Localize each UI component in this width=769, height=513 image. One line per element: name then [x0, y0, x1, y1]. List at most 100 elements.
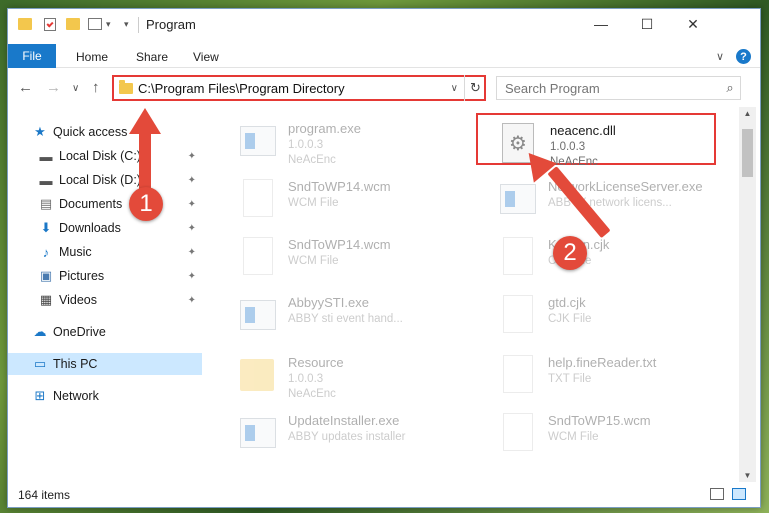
file-detail: NeAcEnc [288, 388, 336, 400]
file-item[interactable]: Korean.cjkCJK File [476, 229, 716, 281]
sidebar-item-onedrive[interactable]: ☁ OneDrive [8, 321, 202, 343]
file-item[interactable]: SndToWP15.wcm WCM File [476, 405, 716, 457]
sidebar-item-label: Local Disk (C:) [59, 149, 141, 163]
file-name: AbbyySTI.exe [288, 295, 369, 310]
address-path[interactable]: C:\Program Files\Program Directory [138, 81, 451, 96]
file-name: SndToWP15.wcm [548, 413, 651, 428]
sidebar-item-videos[interactable]: ▦ Videos ✦ [8, 289, 202, 311]
recent-locations-icon[interactable]: ∨ [72, 83, 79, 94]
sidebar-item-label: Quick access [53, 125, 128, 139]
pin-icon: ✦ [187, 270, 196, 282]
document-icon [240, 179, 276, 219]
address-bar[interactable]: C:\Program Files\Program Directory ∨ [112, 75, 486, 101]
sidebar-item-network[interactable]: ⊞ Network [8, 385, 202, 407]
refresh-button[interactable]: ↻ [464, 75, 486, 101]
pin-icon: ✦ [187, 294, 196, 306]
sidebar-item-label: Documents [59, 197, 123, 211]
pin-icon: ✦ [187, 246, 196, 258]
document-icon [240, 237, 276, 277]
tab-view[interactable]: View [193, 50, 219, 64]
file-item[interactable]: ⚙ neacenc.dll 1.0.0.3 NeAcEnc [476, 113, 716, 168]
annotation-arrow-1 [139, 130, 151, 194]
scroll-down-icon[interactable]: ▼ [739, 471, 756, 480]
sidebar-item-local-disk-d[interactable]: ▬ Local Disk (D:) ✦ [8, 169, 202, 191]
ribbon-expand-icon[interactable]: ∨ [716, 50, 724, 63]
file-name: program.exe [288, 121, 361, 136]
download-icon: ⬇ [40, 220, 52, 235]
vertical-scrollbar[interactable]: ▲ ▼ [739, 107, 756, 482]
document-icon [500, 413, 536, 453]
quick-access-dropdown-icon[interactable]: ▾ [124, 16, 129, 32]
file-detail: NeAcEnc [288, 154, 336, 166]
exe-icon [240, 295, 276, 335]
forward-button[interactable]: → [46, 79, 61, 96]
document-icon [500, 355, 536, 395]
pin-icon: ✦ [187, 198, 196, 210]
folder-icon [119, 79, 133, 94]
up-button[interactable]: ↑ [92, 79, 100, 96]
drive-icon: ▬ [39, 148, 53, 164]
file-detail: CJK File [548, 313, 592, 325]
properties-icon[interactable] [44, 16, 56, 32]
file-item[interactable]: gtd.cjk CJK File [476, 287, 716, 339]
customize-toolbar-icon[interactable]: ▾ [88, 16, 111, 32]
videos-icon: ▦ [39, 292, 53, 307]
help-icon[interactable]: ? [736, 49, 751, 64]
file-name: Resource [288, 355, 344, 370]
ribbon-tabs: File Home Share View ∨ ? [8, 39, 760, 68]
tab-file[interactable]: File [8, 44, 56, 68]
tab-home[interactable]: Home [76, 50, 108, 64]
scroll-up-icon[interactable]: ▲ [739, 109, 756, 118]
address-dropdown-icon[interactable]: ∨ [451, 83, 458, 94]
search-input[interactable] [505, 80, 720, 96]
file-item[interactable]: SndToWP14.wcm WCM File [216, 171, 456, 223]
new-folder-icon[interactable] [66, 16, 80, 32]
file-item[interactable]: SndToWP14.wcm WCM File [216, 229, 456, 281]
documents-icon: ▤ [39, 196, 53, 211]
file-list: program.exe 1.0.0.3 NeAcEnc ⚙ neacenc.dll 1.0… [208, 107, 740, 482]
minimize-button[interactable]: — [578, 9, 624, 39]
close-button[interactable]: ✕ [670, 9, 716, 39]
sidebar-item-documents[interactable]: ▤ Documents ✦ [8, 193, 202, 215]
sidebar-item-label: Videos [59, 293, 97, 307]
file-name: SndToWP14.wcm [288, 179, 391, 194]
computer-icon: ▭ [33, 356, 47, 371]
exe-icon [500, 179, 536, 219]
scrollbar-thumb[interactable] [742, 129, 753, 177]
file-item[interactable]: AbbyySTI.exe ABBY sti event hand... [216, 287, 456, 339]
sidebar-item-local-disk-c[interactable]: ▬ Local Disk (C:) ✦ [8, 145, 202, 167]
sidebar-item-this-pc[interactable]: ▭ This PC [8, 353, 202, 375]
file-name: gtd.cjk [548, 295, 586, 310]
file-detail: 1.0.0.3 [550, 141, 586, 153]
folder-icon [18, 16, 32, 32]
exe-icon [240, 121, 276, 161]
sidebar-item-music[interactable]: ♪ Music ✦ [8, 241, 202, 263]
search-box[interactable]: ⌕ [496, 76, 741, 100]
navigation-bar: ← → ∨ ↑ C:\Program Files\Program Directo… [8, 69, 760, 107]
sidebar-item-label: Music [59, 245, 92, 259]
details-view-icon[interactable] [710, 488, 724, 500]
pin-icon: ✦ [187, 222, 196, 234]
drive-icon: ▬ [39, 172, 53, 188]
maximize-button[interactable]: ☐ [624, 9, 670, 39]
file-detail: WCM File [288, 197, 339, 209]
sidebar-item-quick-access[interactable]: ★ Quick access [8, 121, 202, 143]
sidebar-item-pictures[interactable]: ▣ Pictures ✦ [8, 265, 202, 287]
file-item[interactable]: program.exe 1.0.0.3 NeAcEnc [216, 113, 456, 166]
file-item[interactable]: help.fineReader.txt TXT File [476, 347, 716, 399]
back-button[interactable]: ← [18, 79, 33, 96]
file-item[interactable]: Resource 1.0.0.3 NeAcEnc [216, 347, 456, 400]
annotation-badge-2: 2 [553, 236, 587, 270]
file-detail: WCM File [288, 255, 339, 267]
search-icon[interactable]: ⌕ [720, 80, 740, 96]
annotation-arrowhead-1 [129, 108, 161, 134]
exe-icon [240, 413, 276, 453]
sidebar-item-downloads[interactable]: ⬇ Downloads ✦ [8, 217, 202, 239]
pin-icon: ✦ [187, 174, 196, 186]
annotation-badge-1: 1 [129, 187, 163, 221]
tab-share[interactable]: Share [136, 50, 168, 64]
file-item[interactable]: UpdateInstaller.exe ABBY updates installe… [216, 405, 456, 457]
title-bar: ▾ ▾ Program — ☐ ✕ [8, 9, 760, 39]
file-detail: WCM File [548, 431, 599, 443]
large-icons-view-icon[interactable] [732, 488, 746, 500]
